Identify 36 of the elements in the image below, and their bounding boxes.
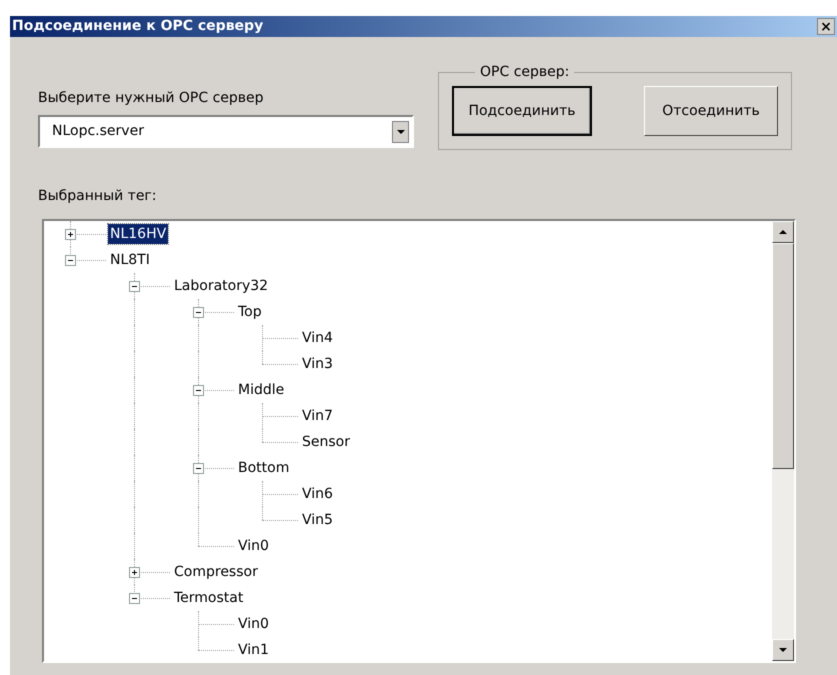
collapse-icon[interactable] — [65, 255, 76, 266]
scrollbar[interactable] — [772, 221, 794, 661]
tree-item[interactable]: NL16HV — [108, 224, 168, 244]
field-label: Выберите нужный OPC сервер — [38, 89, 265, 108]
close-button[interactable]: × — [817, 18, 835, 35]
tree-item[interactable]: Laboratory32 — [172, 276, 270, 296]
collapse-icon[interactable] — [193, 385, 204, 396]
tree-label: Выбранный тег: — [38, 187, 158, 206]
scroll-thumb[interactable] — [772, 243, 794, 469]
tree-item[interactable]: NL8TI — [108, 250, 152, 270]
action-button[interactable]: Подсоединить — [452, 86, 592, 136]
expand-icon[interactable] — [65, 229, 76, 240]
tree-item[interactable]: Vin0 — [236, 614, 271, 634]
collapse-icon[interactable] — [129, 281, 140, 292]
collapse-icon[interactable] — [193, 307, 204, 318]
expand-icon[interactable] — [129, 567, 140, 578]
tree-item[interactable]: Bottom — [236, 458, 292, 478]
scroll-up-icon[interactable] — [772, 221, 794, 243]
tree-item[interactable]: Compressor — [172, 562, 260, 582]
tree-item[interactable]: Vin0 — [236, 536, 271, 556]
tree-item[interactable]: Termostat — [172, 588, 246, 608]
scroll-down-icon[interactable] — [772, 639, 794, 661]
tree-item[interactable]: Top — [236, 302, 264, 322]
tree-item[interactable]: Vin4 — [300, 328, 335, 348]
window-title: Подсоединение к OPC серверу — [12, 17, 264, 36]
tree-item[interactable]: Vin3 — [300, 354, 335, 374]
tree-item[interactable]: Sensor — [300, 432, 352, 452]
tree-item[interactable]: Vin6 — [300, 484, 335, 504]
action-button[interactable]: Отсоединить — [644, 86, 778, 136]
server-dropdown[interactable]: NLopc.server — [38, 115, 414, 148]
tree-item[interactable]: Vin5 — [300, 510, 335, 530]
collapse-icon[interactable] — [129, 593, 140, 604]
collapse-icon[interactable] — [193, 463, 204, 474]
tree-item[interactable]: Middle — [236, 380, 286, 400]
tree-item[interactable]: Vin1 — [236, 640, 271, 660]
tree-item[interactable]: Vin7 — [300, 406, 335, 426]
